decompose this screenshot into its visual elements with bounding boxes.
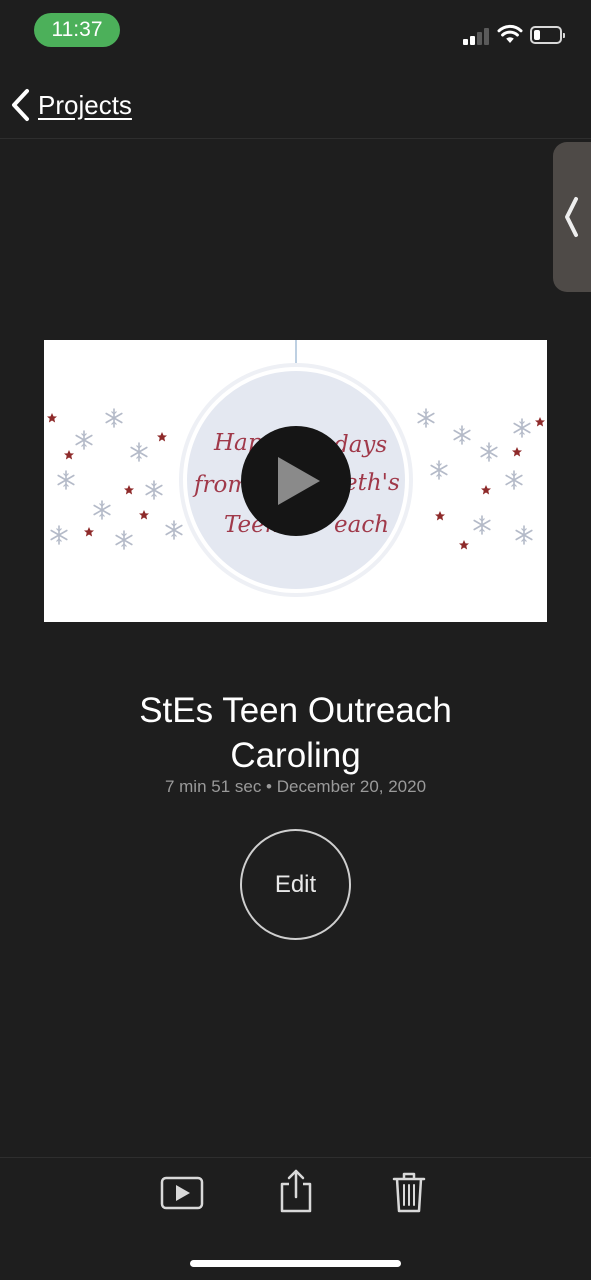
- toolbar-divider: [0, 1157, 591, 1158]
- delete-button[interactable]: [392, 1171, 426, 1218]
- battery-icon: [530, 26, 565, 44]
- play-overlay-icon[interactable]: [241, 426, 351, 536]
- nav-divider: [0, 138, 591, 139]
- thumbnail-art: Hap days from eth's Teen each: [47, 340, 545, 597]
- trash-icon: [392, 1172, 426, 1213]
- ornament-text: from: [192, 472, 249, 498]
- play-button[interactable]: [160, 1176, 204, 1215]
- share-icon: [280, 1169, 312, 1213]
- project-title-line2: Caroling: [230, 736, 361, 775]
- chevron-left-icon: [565, 197, 578, 237]
- share-button[interactable]: [279, 1168, 313, 1219]
- back-button[interactable]: Projects: [10, 83, 132, 127]
- edit-button[interactable]: Edit: [240, 829, 351, 940]
- ornament-text: eth's: [344, 470, 400, 496]
- wifi-icon: [497, 24, 523, 43]
- cellular-signal-icon: [463, 27, 491, 45]
- back-label: Projects: [38, 89, 132, 120]
- home-indicator[interactable]: [190, 1260, 401, 1267]
- project-title: StEs Teen Outreach Caroling: [0, 688, 591, 778]
- status-time: 11:37: [34, 13, 120, 47]
- chevron-left-icon: [12, 89, 29, 121]
- ornament-text: each: [334, 512, 389, 538]
- project-title-line1: StEs Teen Outreach: [139, 691, 452, 730]
- project-meta: 7 min 51 sec • December 20, 2020: [164, 777, 427, 796]
- video-thumbnail[interactable]: Hap days from eth's Teen each: [44, 340, 547, 622]
- side-drawer-handle[interactable]: [553, 142, 591, 292]
- play-icon: [160, 1176, 204, 1210]
